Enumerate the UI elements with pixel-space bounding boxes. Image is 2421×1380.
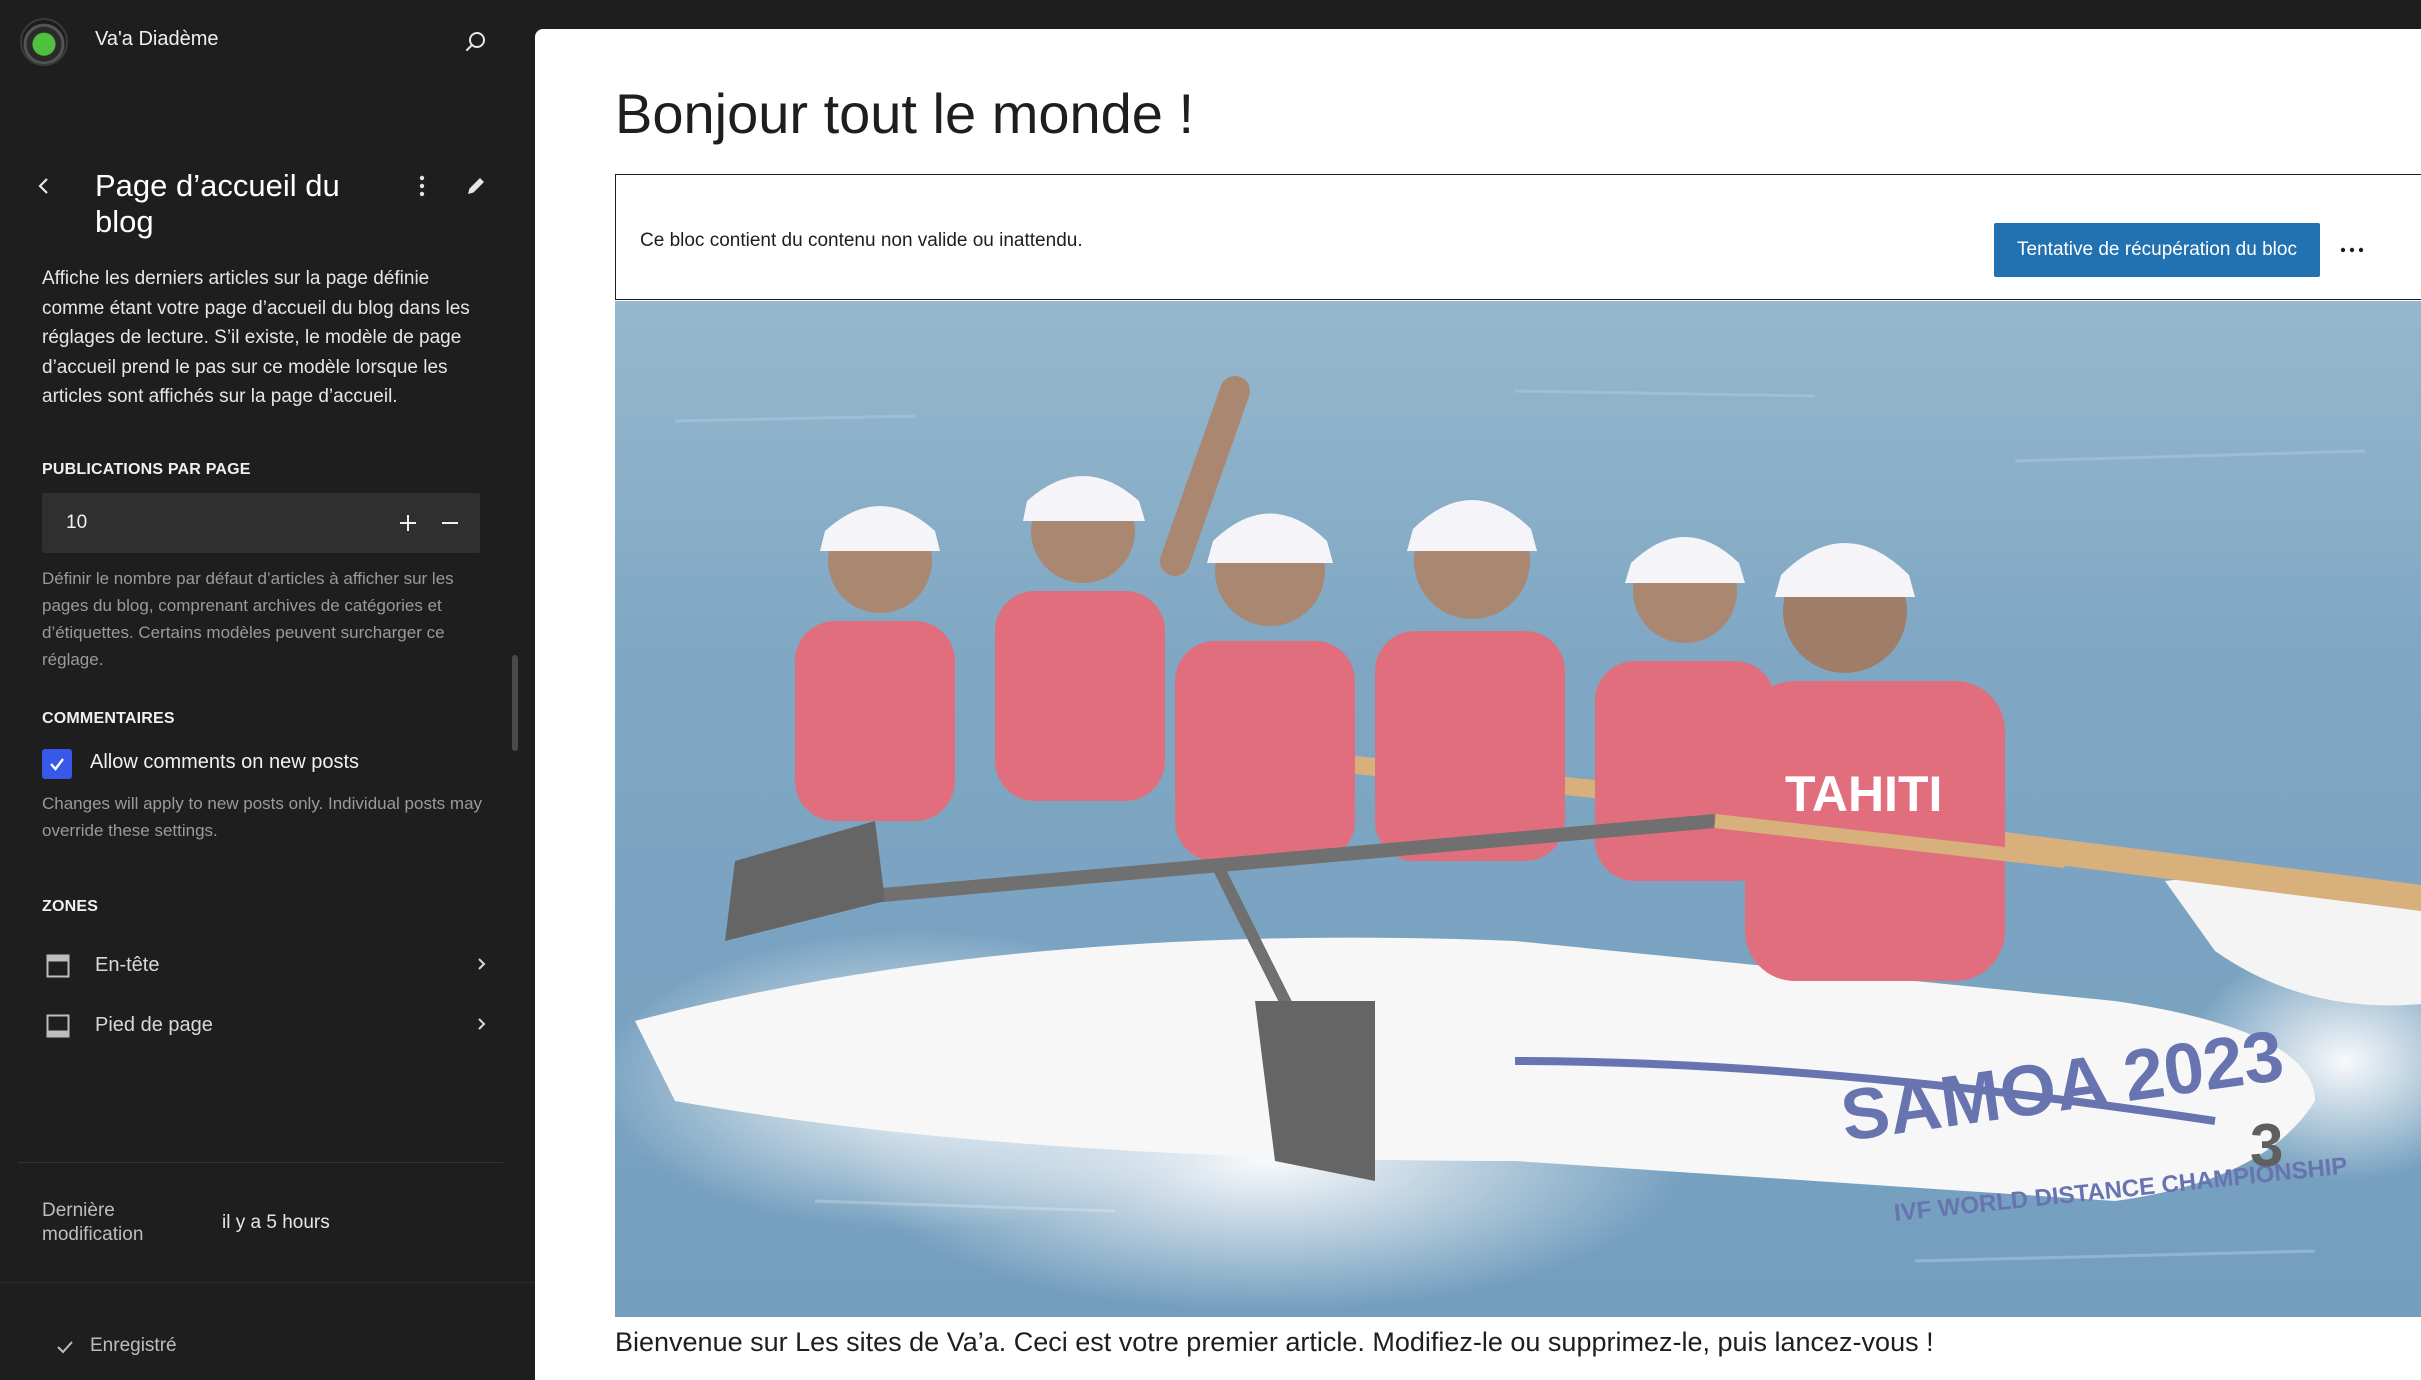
site-header: Va'a Diadème (0, 0, 535, 84)
editor-canvas[interactable]: Bonjour tout le monde ! Ce bloc contient… (535, 29, 2421, 1380)
panel-title: Page d’accueil du blog (95, 168, 340, 239)
last-modified-value: il y a 5 hours (222, 1212, 330, 1233)
zone-item-footer[interactable]: Pied de page (36, 1000, 491, 1052)
footer-divider (0, 1282, 535, 1283)
jersey-text: TAHITI (1785, 766, 1942, 822)
invalid-block-warning: Ce bloc contient du contenu non valide o… (615, 174, 2421, 300)
post-title[interactable]: Bonjour tout le monde ! (615, 81, 1194, 146)
sidebar-divider (18, 1162, 503, 1163)
sidebar-scrollbar[interactable] (512, 655, 518, 751)
posts-per-page-label: PUBLICATIONS PAR PAGE (42, 461, 251, 478)
site-name[interactable]: Va'a Diadème (95, 28, 219, 51)
editor-sidebar: Va'a Diadème Page d’accueil du blog Affi… (0, 0, 535, 1380)
chevron-left-icon (38, 178, 48, 194)
back-button[interactable] (26, 166, 62, 206)
posts-per-page-input[interactable] (42, 493, 372, 553)
increment-button[interactable] (388, 503, 428, 543)
panel-description: Affiche les derniers articles sur la pag… (42, 268, 470, 407)
footer-layout-icon (46, 1014, 70, 1038)
chevron-right-icon (478, 1018, 486, 1030)
edit-button[interactable] (458, 166, 494, 206)
posts-per-page-control (42, 493, 480, 553)
zones-label: ZONES (42, 898, 99, 915)
decrement-button[interactable] (430, 503, 470, 543)
outrigger-canoe-photo: SAMOA 2023 IVF WORLD DISTANCE CHAMPIONSH… (615, 301, 2421, 1317)
pencil-icon (468, 178, 484, 194)
checkmark-icon (50, 758, 64, 771)
invalid-block-message: Ce bloc contient du contenu non valide o… (640, 230, 1083, 251)
header-layout-icon (46, 954, 70, 978)
zone-label-footer: Pied de page (95, 1014, 213, 1036)
plus-icon (400, 515, 416, 531)
posts-per-page-help: Définir le nombre par défaut d’articles … (42, 569, 454, 669)
search-icon (466, 32, 485, 51)
more-vertical-icon (419, 175, 425, 197)
more-actions-button[interactable] (404, 166, 440, 206)
more-horizontal-icon (2340, 247, 2364, 253)
allow-comments-checkbox[interactable] (42, 749, 72, 779)
chevron-right-icon (478, 958, 486, 970)
search-button[interactable] (456, 24, 496, 60)
save-status: Enregistré (90, 1335, 177, 1356)
post-paragraph[interactable]: Bienvenue sur Les sites de Va’a. Ceci es… (615, 1327, 1934, 1358)
boat-number: 3 (2250, 1112, 2283, 1179)
comments-help: Changes will apply to new posts only. In… (42, 794, 483, 840)
post-image[interactable]: SAMOA 2023 IVF WORLD DISTANCE CHAMPIONSH… (615, 301, 2421, 1317)
allow-comments-label[interactable]: Allow comments on new posts (90, 751, 359, 774)
zone-label-header: En-tête (95, 954, 160, 976)
site-logo[interactable] (20, 18, 68, 66)
block-options-button[interactable] (2332, 230, 2372, 270)
saved-check-icon (57, 1341, 73, 1354)
minus-icon (442, 522, 458, 524)
comments-label: COMMENTAIRES (42, 710, 175, 727)
zone-item-header[interactable]: En-tête (36, 940, 491, 992)
recover-block-button[interactable]: Tentative de récupération du bloc (1994, 223, 2320, 277)
last-modified-label: Dernière modification (42, 1200, 144, 1245)
